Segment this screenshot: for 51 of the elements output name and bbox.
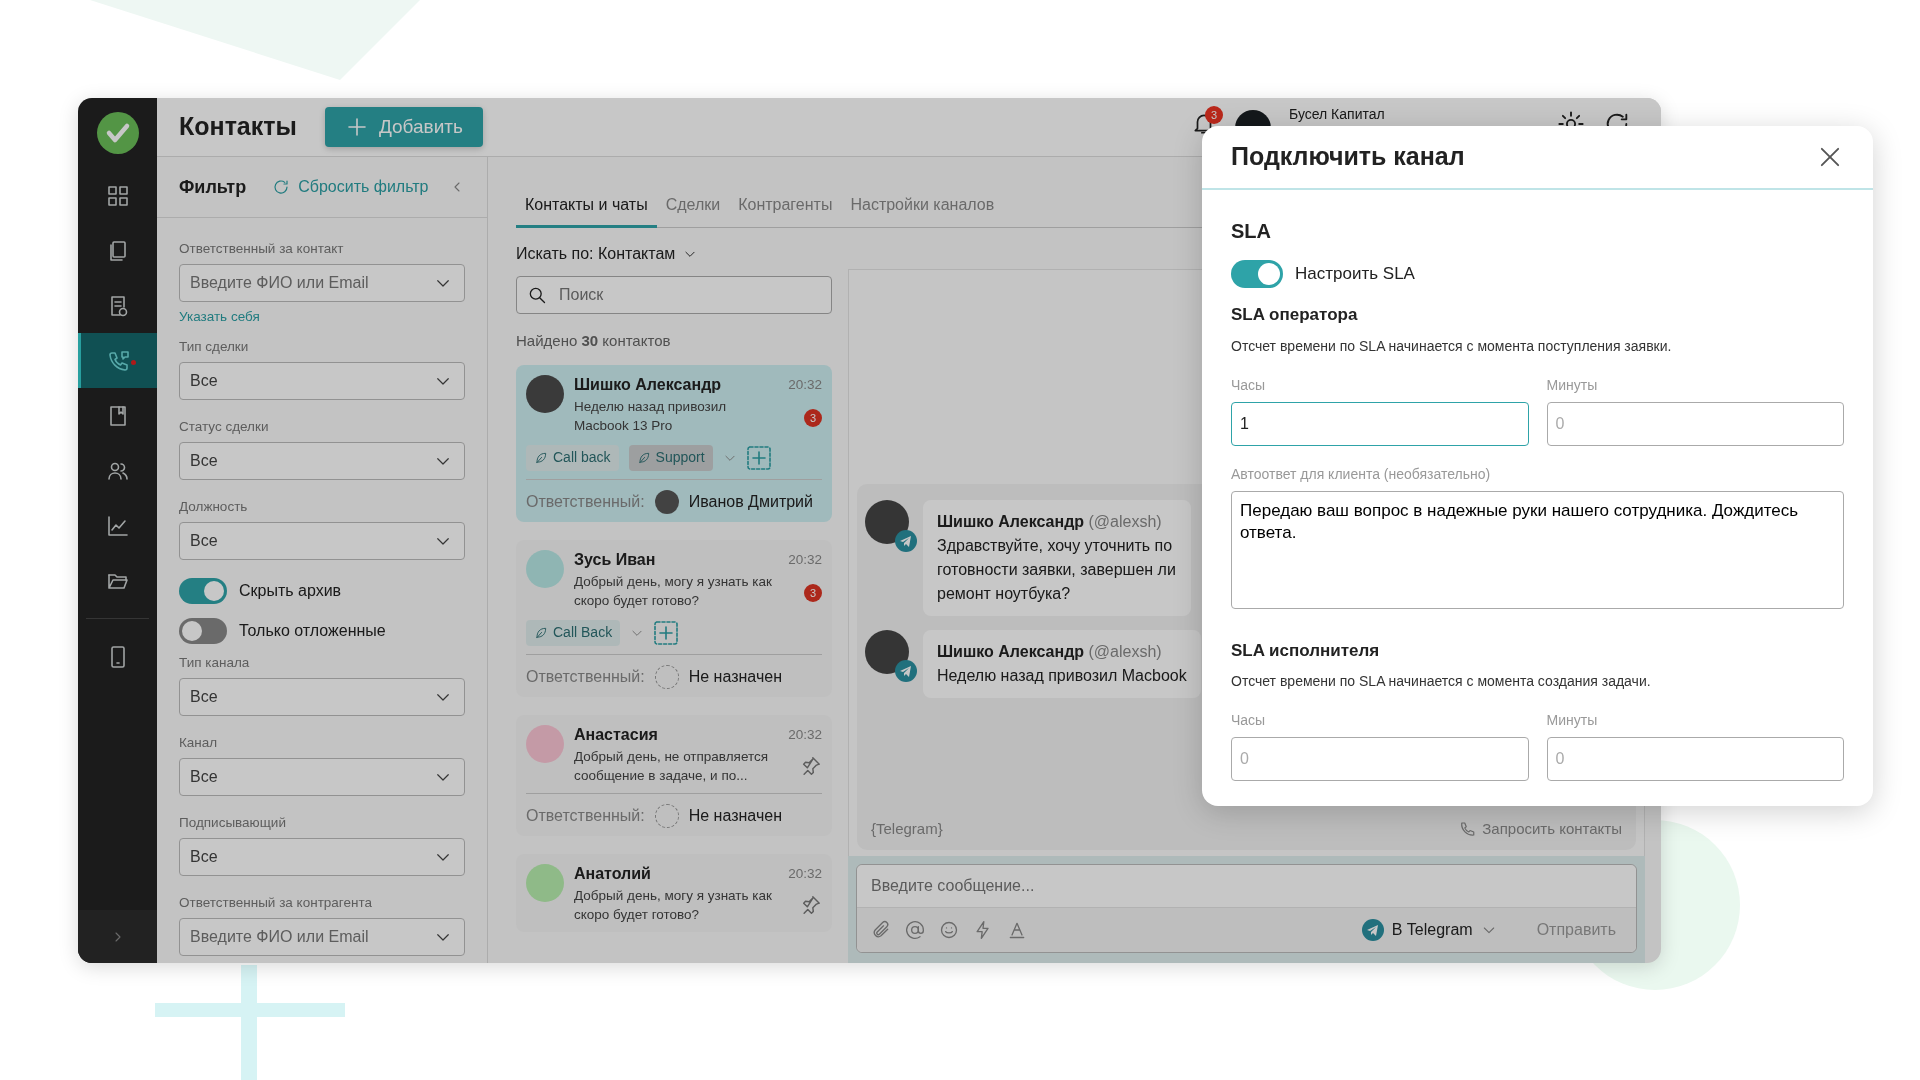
message-preview: Добрый день, могу я узнать как скоро будет готово? — [574, 572, 773, 610]
group-note: Отсчет времени по SLA начинается с момента поступления заявки. — [1231, 336, 1673, 356]
message-text: Здравствуйте, хочу уточнить по готовности заявки, завершен ли ремонт ноутбука? — [937, 535, 1177, 604]
found-count: Найдено 30 контактов — [516, 331, 672, 351]
field-label: Ответственный за контрагента — [179, 894, 373, 912]
field-label: Автоответ для клиента (необязательно) — [1231, 464, 1492, 484]
toggle-label: Скрыть архив — [239, 581, 342, 601]
contact-name: Анатолий — [574, 863, 652, 884]
notification-badge: 3 — [1205, 106, 1223, 124]
contact-name: Зусь Иван — [574, 549, 657, 570]
field-label: Тип канала — [179, 654, 251, 672]
toggle-label: Настроить SLA — [1295, 263, 1415, 286]
message-preview: Добрый день, могу я узнать как скоро будет готово? — [574, 886, 773, 924]
message-time: 20:32 — [788, 550, 822, 569]
responsible-label: Ответственный: — [526, 666, 645, 687]
unread-badge: 3 — [804, 408, 822, 427]
responsible-label: Ответственный: — [526, 805, 645, 826]
field-label: Ответственный за контакт — [179, 240, 345, 258]
field-label: Часы — [1231, 711, 1267, 730]
message-time: 20:32 — [788, 375, 822, 394]
section-title: SLA — [1231, 219, 1272, 244]
unread-badge: 3 — [804, 583, 822, 602]
group-note: Отсчет времени по SLA начинается с момента создания задачи. — [1231, 672, 1652, 691]
field-label: Часы — [1231, 375, 1267, 395]
contact-name: Анастасия — [574, 724, 659, 745]
responsible-label: Ответственный: — [526, 491, 645, 512]
message-author: Шишко Александр (@alexsh) — [937, 511, 1163, 532]
field-label: Канал — [179, 734, 219, 752]
responsible-name: Не назначен — [688, 805, 782, 826]
message-preview: Неделю назад привозил Macbook 13 Pro — [574, 397, 728, 435]
contact-name: Шишко Александр — [574, 374, 723, 395]
message-author: Шишко Александр (@alexsh) — [937, 641, 1163, 662]
modal-title: Подключить канал — [1231, 141, 1465, 173]
channel-label: {Telegram} — [871, 818, 943, 839]
toggle-label: Только отложенные — [239, 621, 386, 641]
message-time: 20:32 — [788, 725, 822, 744]
responsible-name: Иванов Дмитрий — [688, 491, 813, 512]
field-label: Минуты — [1546, 375, 1599, 395]
field-label: Подписывающий — [179, 814, 287, 832]
field-label: Должность — [179, 498, 249, 516]
filter-title: Фильтр — [179, 175, 247, 199]
message-text: Неделю назад привозил Macbook — [937, 665, 1187, 686]
responsible-name: Не назначен — [688, 666, 782, 687]
field-label: Статус сделки — [179, 418, 270, 436]
field-label: Тип сделки — [179, 338, 250, 356]
page-title: Контакты — [179, 111, 297, 143]
message-preview: Добрый день, не отправляется сообщение в задаче, и по... — [574, 747, 770, 785]
group-title: SLA оператора — [1231, 304, 1359, 326]
field-label: Минуты — [1546, 711, 1599, 730]
group-title: SLA исполнителя — [1231, 639, 1381, 662]
message-time: 20:32 — [788, 864, 822, 883]
